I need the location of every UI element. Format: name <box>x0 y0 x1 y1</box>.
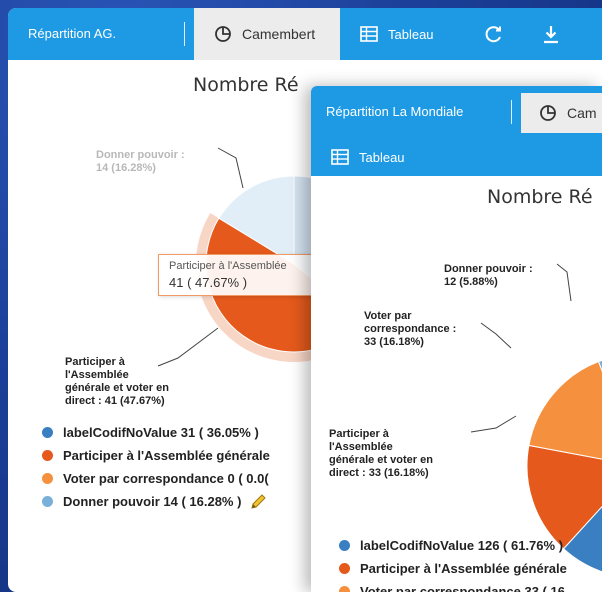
label-text: correspondance : <box>364 323 457 335</box>
legend-swatch <box>42 473 53 484</box>
legend-swatch <box>339 540 350 551</box>
legend-item[interactable]: labelCodifNoValue 126 ( 61.76% ) <box>339 534 569 557</box>
label-text: Donner pouvoir : <box>96 149 185 161</box>
label-text: 33 (16.18%) <box>364 336 424 348</box>
legend-item[interactable]: Voter par correspondance 0 ( 0.0( <box>42 467 270 490</box>
label-text: direct : 33 (16.18%) <box>329 467 429 479</box>
pie-label-connector <box>480 322 512 349</box>
label-text: générale et voter en <box>329 454 433 466</box>
tooltip: Participer à l'Assemblée 41 ( 47.67% ) <box>158 254 316 296</box>
label-text: direct : 41 (47.67%) <box>65 395 165 407</box>
legend-label: labelCodifNoValue 126 ( 61.76% ) <box>360 538 564 553</box>
label-text: générale et voter en <box>65 382 169 394</box>
label-donner-pouvoir: Donner pouvoir : 12 (5.88%) <box>444 263 533 289</box>
label-donner-pouvoir: Donner pouvoir : 14 (16.28%) <box>96 149 185 175</box>
label-voter-par-correspondance: Voter par correspondance : 33 (16.18%) <box>364 310 456 349</box>
label-text: Voter par <box>364 310 412 322</box>
legend-swatch <box>42 427 53 438</box>
label-text: Donner pouvoir : <box>444 263 533 275</box>
legend-label: Participer à l'Assemblée générale <box>63 448 270 463</box>
legend-swatch <box>42 450 53 461</box>
pencil-icon[interactable] <box>249 493 267 511</box>
legend-swatch <box>339 563 350 574</box>
legend-label: Participer à l'Assemblée générale <box>360 561 567 576</box>
legend-label: Voter par correspondance 33 ( 16. <box>360 584 569 592</box>
legend-item[interactable]: Voter par correspondance 33 ( 16. <box>339 580 569 592</box>
legend-item[interactable]: labelCodifNoValue 31 ( 36.05% ) <box>42 421 270 444</box>
label-text: l'Assemblée <box>65 369 129 381</box>
label-text: 14 (16.28%) <box>96 162 156 174</box>
legend-item[interactable]: Participer à l'Assemblée générale <box>339 557 569 580</box>
label-text: 12 (5.88%) <box>444 276 498 288</box>
legend-item[interactable]: Participer à l'Assemblée générale <box>42 444 270 467</box>
chart-window-repartition-la-mondiale: Répartition La Mondiale Cam Tableau Nomb… <box>311 86 602 592</box>
legend: labelCodifNoValue 31 ( 36.05% ) Particip… <box>42 421 270 513</box>
label-participer: Participer à l'Assemblée générale et vot… <box>329 428 433 480</box>
label-text: Participer à <box>65 356 125 368</box>
legend: labelCodifNoValue 126 ( 61.76% ) Partici… <box>339 534 569 592</box>
pie-label-connector <box>556 263 572 302</box>
legend-label: labelCodifNoValue 31 ( 36.05% ) <box>63 425 259 440</box>
tooltip-value: 41 ( 47.67% ) <box>169 275 248 290</box>
pie-label-connector <box>217 147 244 189</box>
pie-chart <box>470 263 602 573</box>
label-participer: Participer à l'Assemblée générale et vot… <box>65 356 169 408</box>
legend-swatch <box>339 586 350 592</box>
tooltip-title: Participer à l'Assemblée <box>169 260 287 272</box>
legend-swatch <box>42 496 53 507</box>
legend-label: Donner pouvoir 14 ( 16.28% ) <box>63 494 242 509</box>
legend-item[interactable]: Donner pouvoir 14 ( 16.28% ) <box>42 490 270 513</box>
label-text: Participer à <box>329 428 389 440</box>
legend-label: Voter par correspondance 0 ( 0.0( <box>63 471 269 486</box>
pie-label-connector <box>470 415 517 433</box>
label-text: l'Assemblée <box>329 441 393 453</box>
